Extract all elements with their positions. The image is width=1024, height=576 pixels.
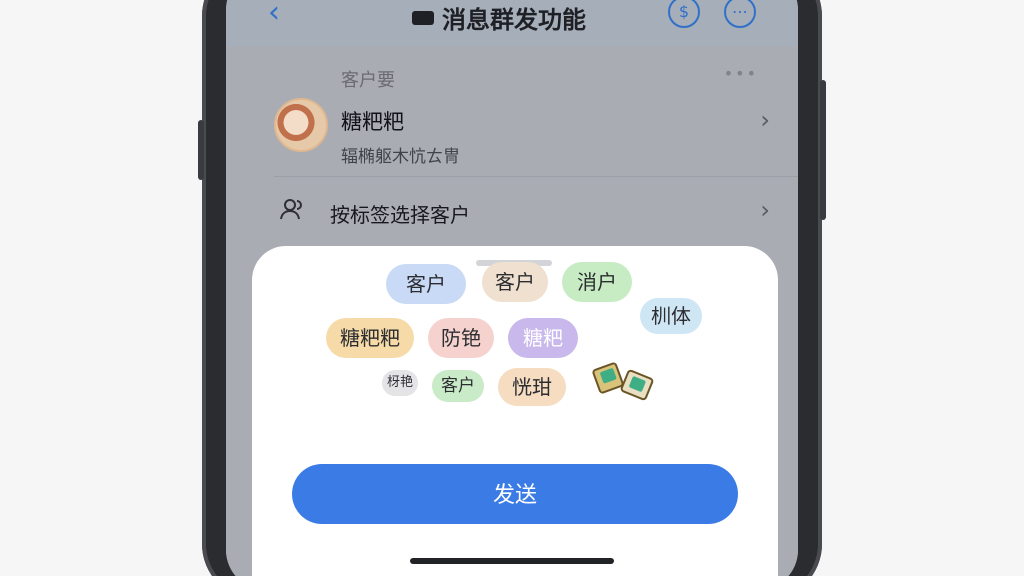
divider [274,176,798,177]
contact-name[interactable]: 糖粑粑 [341,106,404,136]
tag-chip[interactable]: 客户 [482,262,548,302]
chevron-right-icon[interactable]: › [760,106,770,134]
avatar [274,98,328,152]
volume-button [198,120,204,180]
chevron-right-icon[interactable]: › [760,196,770,224]
bottom-sheet: 客户 客户 消户 糖粑粑 防铯 糖粑 杊体 枒艳 客户 恍玵 发送 [252,246,778,576]
tag-stack-icon [592,362,654,401]
more-circle-icon[interactable]: ⋯ [724,0,756,28]
tag-chip[interactable]: 糖粑 [508,318,578,358]
stage: ‹ 消息群发功能 $ ⋯ 客户要 ••• 糖粑粑 辐椭躯木忼ㄊ冑 › 按标签选择… [0,0,1024,576]
nav-bar: ‹ 消息群发功能 $ ⋯ [226,0,798,46]
select-by-tag-label[interactable]: 按标签选择客户 [330,199,470,228]
page-title-text: 消息群发功能 [442,6,586,34]
page-title: 消息群发功能 [412,0,586,34]
tag-chip[interactable]: 客户 [386,264,466,304]
tag-chip[interactable]: 客户 [432,370,484,402]
coin-icon[interactable]: $ [668,0,700,28]
people-icon [280,198,306,225]
power-button [820,80,826,220]
more-dots-icon[interactable]: ••• [724,64,758,83]
tag-chip[interactable]: 枒艳 [382,370,418,396]
tag-chip[interactable]: 防铯 [428,318,494,358]
signal-icon [412,11,434,25]
home-indicator[interactable] [410,558,614,564]
contact-subtitle: 辐椭躯木忼ㄊ冑 [341,147,460,167]
tag-chip[interactable]: 杊体 [640,298,702,334]
tag-chip[interactable]: 糖粑粑 [326,318,414,358]
send-button[interactable]: 发送 [292,464,738,524]
back-chevron-icon[interactable]: ‹ [268,0,280,28]
tag-chip[interactable]: 恍玵 [498,368,566,406]
tag-chip[interactable]: 消户 [562,262,632,302]
phone-screen: ‹ 消息群发功能 $ ⋯ 客户要 ••• 糖粑粑 辐椭躯木忼ㄊ冑 › 按标签选择… [226,0,798,576]
section-title: 客户要 [341,70,395,91]
